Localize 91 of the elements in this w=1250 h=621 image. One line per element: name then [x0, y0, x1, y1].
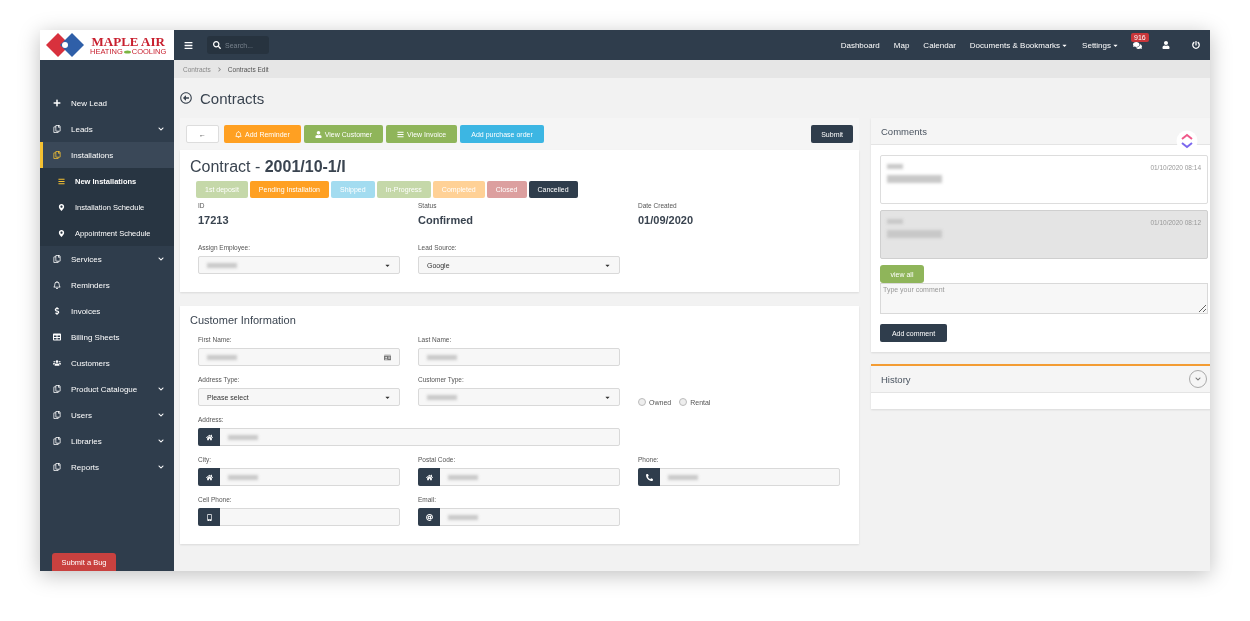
- sidebar-item[interactable]: Libraries: [40, 428, 174, 454]
- input-field[interactable]: [198, 508, 400, 526]
- blurred-value: [668, 474, 698, 480]
- chevron-down-icon: [158, 386, 164, 392]
- sidebar-item[interactable]: Billing Sheets: [40, 324, 174, 350]
- id-card-icon: [384, 353, 391, 361]
- phone-icon: [638, 468, 660, 486]
- chevron-down-icon: [1195, 376, 1201, 382]
- blurred-author: [887, 164, 903, 169]
- sidebar-item[interactable]: Invoices: [40, 298, 174, 324]
- search-icon: [213, 41, 221, 49]
- home-icon: [418, 468, 440, 486]
- text-field[interactable]: [198, 348, 400, 366]
- blurred-value: [207, 262, 237, 268]
- contract-title: Contract - 2001/10-1/I: [190, 158, 347, 176]
- mobile-icon: [198, 508, 220, 526]
- power-icon[interactable]: [1192, 41, 1200, 49]
- copy-icon: [53, 385, 61, 393]
- copy-icon: [53, 255, 61, 263]
- nav-link[interactable]: Dashboard: [840, 40, 880, 50]
- sidebar-item[interactable]: Services: [40, 246, 174, 272]
- map-pin-icon: [58, 203, 65, 211]
- blurred-message: [887, 175, 942, 183]
- nav-link[interactable]: Settings: [1082, 40, 1119, 50]
- text-field[interactable]: [418, 348, 620, 366]
- menu-icon[interactable]: [184, 40, 193, 50]
- copy-icon: [53, 463, 61, 471]
- blurred-value: [448, 514, 478, 520]
- field-value: 01/09/2020: [638, 214, 695, 226]
- chevron-down-icon: [158, 438, 164, 444]
- sidebar-item[interactable]: New Lead: [40, 90, 174, 116]
- blurred-value: [228, 474, 258, 480]
- sidebar-item[interactable]: Product Catalogue: [40, 376, 174, 402]
- sidebar-item[interactable]: Users: [40, 402, 174, 428]
- logo-drawing: [44, 33, 86, 57]
- blurred-value: [228, 434, 258, 440]
- home-icon: [198, 468, 220, 486]
- sidebar-item[interactable]: Leads: [40, 116, 174, 142]
- list-icon: [397, 130, 405, 138]
- sidebar-item[interactable]: Installations: [40, 142, 174, 168]
- sidebar-item[interactable]: Reminders: [40, 272, 174, 298]
- chat-icon[interactable]: [1133, 40, 1142, 50]
- copy-icon: [53, 125, 61, 133]
- nav-link[interactable]: Documents & Bookmarks: [969, 40, 1069, 50]
- leaf-icon: [123, 49, 131, 54]
- input-field[interactable]: [198, 468, 400, 486]
- map-pin-icon: [58, 229, 65, 237]
- input-field[interactable]: [418, 508, 620, 526]
- chevron-right-icon: [216, 66, 222, 72]
- input-field[interactable]: [418, 468, 620, 486]
- select-field[interactable]: [198, 256, 400, 274]
- chevron-down-icon: [158, 464, 164, 470]
- blurred-author: [887, 219, 903, 224]
- copy-icon: [53, 437, 61, 445]
- page-title: Contracts: [200, 89, 265, 107]
- sidebar-item[interactable]: Reports: [40, 454, 174, 480]
- field-value: Confirmed: [418, 214, 474, 226]
- users-icon: [53, 359, 61, 367]
- blurred-value: [427, 394, 457, 400]
- chevron-down-icon: [158, 126, 164, 132]
- radio-button[interactable]: [679, 398, 688, 406]
- input-field[interactable]: [638, 468, 840, 486]
- section-title: Customer Information: [190, 314, 297, 326]
- field-value: 17213: [198, 214, 230, 226]
- panel-title: Comments: [881, 125, 927, 137]
- nav-link[interactable]: Calendar: [923, 40, 956, 50]
- plus-icon: [53, 99, 61, 107]
- list-icon: [58, 177, 65, 185]
- brand-name: MAPLE AIR: [91, 34, 165, 48]
- user-icon[interactable]: [1162, 41, 1170, 49]
- panel-title: History: [881, 373, 911, 385]
- bell-icon: [235, 130, 242, 138]
- dollar-icon: [53, 307, 61, 315]
- blurred-message: [887, 230, 942, 238]
- input-field[interactable]: [198, 428, 620, 446]
- home-icon: [198, 428, 220, 446]
- copy-icon: [53, 411, 61, 419]
- chevron-down-icon: [158, 412, 164, 418]
- bell-icon: [53, 281, 61, 289]
- user-icon: [314, 130, 322, 138]
- nav-link[interactable]: Map: [893, 40, 910, 50]
- blurred-value: [207, 354, 237, 360]
- sidebar-item[interactable]: Customers: [40, 350, 174, 376]
- blurred-value: [427, 354, 457, 360]
- blurred-value: [448, 474, 478, 480]
- table-icon: [53, 333, 61, 341]
- chevron-down-icon: [158, 256, 164, 262]
- select-field[interactable]: [418, 388, 620, 406]
- copy-icon: [53, 151, 61, 159]
- radio-button[interactable]: [638, 398, 646, 406]
- at-sign-icon: [418, 508, 440, 526]
